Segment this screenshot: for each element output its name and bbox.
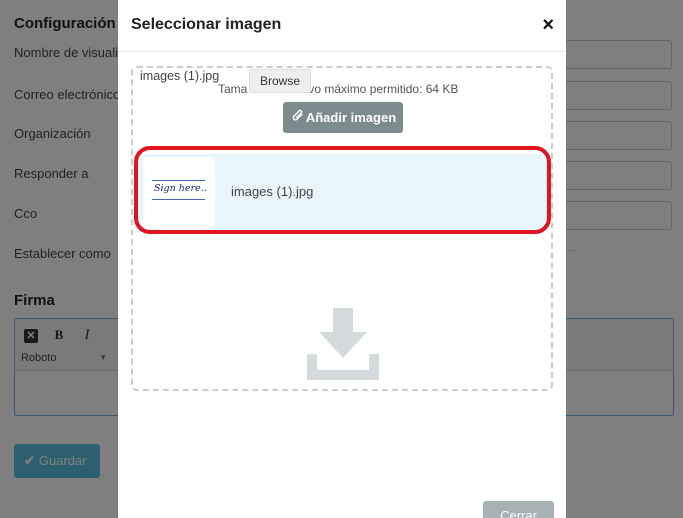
browse-button[interactable]: Browse [249, 69, 311, 93]
add-image-button[interactable]: Añadir imagen [283, 102, 403, 133]
close-icon[interactable]: × [542, 14, 554, 36]
modal-header: Seleccionar imagen × [118, 0, 566, 52]
max-size-prefix: Tama [218, 82, 248, 96]
highlight-annotation [134, 146, 551, 234]
download-icon [305, 306, 381, 382]
max-size-suffix: vo máximo permitido: 64 KB [308, 82, 459, 96]
add-image-label: Añadir imagen [305, 110, 397, 125]
close-button[interactable]: Cerrar [483, 501, 554, 518]
select-image-modal: Seleccionar imagen × images (1).jpg Tama… [118, 0, 566, 518]
selected-file-name: images (1).jpg [140, 69, 220, 83]
modal-title: Seleccionar imagen [131, 16, 282, 33]
